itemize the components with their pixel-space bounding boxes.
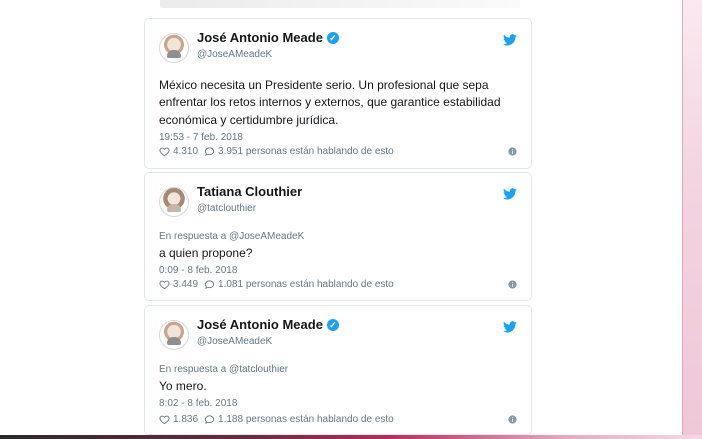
user-handle[interactable]: @JoseAMeadeK [197, 49, 503, 61]
heart-icon [159, 414, 170, 425]
tweet-actions: 3.449 1.081 personas están hablando de e… [159, 279, 517, 290]
avatar[interactable] [159, 187, 189, 217]
conversation-action[interactable]: 1.188 personas están hablando de esto [204, 414, 394, 425]
reply-icon [204, 279, 215, 290]
like-action[interactable]: 1.836 [159, 414, 198, 425]
info-icon[interactable] [508, 415, 517, 424]
display-name[interactable]: Tatiana Clouthier [197, 184, 302, 200]
conversation-text: 3.951 personas están hablando de esto [218, 146, 394, 157]
reply-icon [204, 146, 215, 157]
user-identity: José Antonio Meade ✓ @JoseAMeadeK [197, 30, 503, 61]
conversation-text: 1.188 personas están hablando de esto [218, 414, 394, 425]
user-identity: Tatiana Clouthier @tatclouthier [197, 184, 503, 215]
user-handle[interactable]: @JoseAMeadeK [197, 336, 503, 348]
tweet-header: Tatiana Clouthier @tatclouthier [159, 184, 517, 221]
bottom-gradient-strip [0, 435, 702, 439]
reply-context[interactable]: En respuesta a @JoseAMeadeK [159, 231, 517, 242]
name-line: José Antonio Meade ✓ [197, 317, 503, 333]
verified-icon: ✓ [326, 32, 339, 45]
tweet-card[interactable]: José Antonio Meade ✓ @JoseAMeadeK México… [144, 18, 532, 169]
tweet-card[interactable]: Tatiana Clouthier @tatclouthier En respu… [144, 172, 532, 301]
heart-icon [159, 279, 170, 290]
reply-context[interactable]: En respuesta a @tatclouthier [159, 364, 517, 375]
verified-icon: ✓ [326, 319, 339, 332]
name-line: Tatiana Clouthier [197, 184, 503, 200]
twitter-bird-icon[interactable] [503, 321, 517, 333]
like-action[interactable]: 4.310 [159, 146, 198, 157]
tweet-header: José Antonio Meade ✓ @JoseAMeadeK [159, 317, 517, 354]
tweet-actions: 4.310 3.951 personas están hablando de e… [159, 146, 517, 157]
avatar[interactable] [159, 33, 189, 63]
tweet-card[interactable]: José Antonio Meade ✓ @JoseAMeadeK En res… [144, 305, 532, 435]
tweet-timestamp[interactable]: 8:02 - 8 feb. 2018 [159, 398, 517, 409]
name-line: José Antonio Meade ✓ [197, 30, 503, 46]
twitter-bird-icon[interactable] [503, 34, 517, 46]
background-pink-strip [682, 0, 702, 439]
tweet-timestamp[interactable]: 19:53 - 7 feb. 2018 [159, 132, 517, 143]
conversation-action[interactable]: 1.081 personas están hablando de esto [204, 279, 394, 290]
display-name[interactable]: José Antonio Meade [197, 30, 323, 46]
tweet-timestamp[interactable]: 0:09 - 8 feb. 2018 [159, 265, 517, 276]
user-handle[interactable]: @tatclouthier [197, 203, 503, 215]
info-icon[interactable] [508, 147, 517, 156]
like-count: 4.310 [173, 146, 199, 157]
tweet-text: Yo mero. [159, 379, 207, 393]
tweet-actions: 1.836 1.188 personas están hablando de e… [159, 414, 517, 425]
like-action[interactable]: 3.449 [159, 279, 198, 290]
reply-icon [204, 414, 215, 425]
conversation-text: 1.081 personas están hablando de esto [218, 279, 394, 290]
like-count: 1.836 [173, 414, 199, 425]
twitter-bird-icon[interactable] [503, 188, 517, 200]
like-count: 3.449 [173, 279, 199, 290]
tweet-text: a quien propone? [159, 246, 253, 260]
conversation-action[interactable]: 3.951 personas están hablando de esto [204, 146, 394, 157]
tweet-text: México necesita un Presidente serio. Un … [159, 78, 501, 127]
display-name[interactable]: José Antonio Meade [197, 317, 323, 333]
tweet-header: José Antonio Meade ✓ @JoseAMeadeK [159, 30, 517, 67]
avatar[interactable] [159, 320, 189, 350]
user-identity: José Antonio Meade ✓ @JoseAMeadeK [197, 317, 503, 348]
previous-tweet-edge [160, 0, 520, 8]
heart-icon [159, 146, 170, 157]
info-icon[interactable] [508, 280, 517, 289]
